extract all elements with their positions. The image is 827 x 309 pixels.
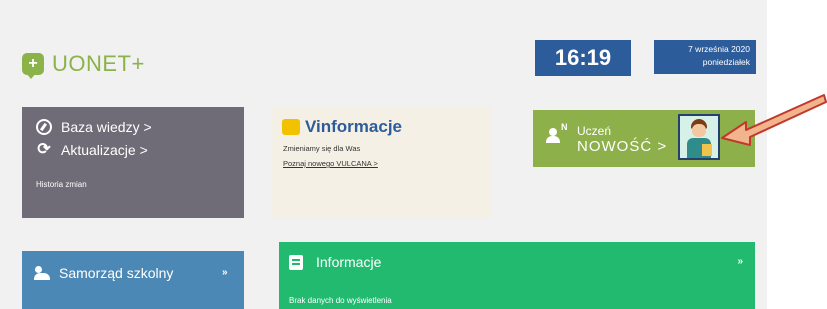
vinformacje-title: Vinformacje <box>305 117 403 136</box>
student-council-tile[interactable]: Samorząd szkolny » <box>22 251 244 309</box>
document-icon <box>289 254 303 270</box>
refresh-icon: ⟳ <box>37 141 51 158</box>
updates-label: Aktualizacje > <box>61 142 148 158</box>
knowledge-base-link[interactable]: Baza wiedzy > <box>36 119 152 135</box>
change-history-link[interactable]: Historia zmian <box>36 180 87 189</box>
date-text: 7 września 2020 <box>688 44 750 54</box>
app-logo[interactable]: + UONET+ <box>22 51 145 79</box>
app-title: UONET+ <box>52 51 145 76</box>
pointer-arrow-icon <box>721 94 827 146</box>
student-label: Uczeń <box>577 124 612 138</box>
date-box: 7 września 2020 poniedziałek <box>654 40 756 74</box>
knowledge-tile: Baza wiedzy > ⟳ Aktualizacje > Historia … <box>22 107 244 218</box>
updates-link[interactable]: ⟳ Aktualizacje > <box>36 141 148 159</box>
new-label: NOWOŚĆ > <box>577 138 668 155</box>
knowledge-base-label: Baza wiedzy > <box>61 119 152 135</box>
expand-chevron-icon[interactable]: » <box>222 267 228 278</box>
information-title: Informacje <box>316 254 382 270</box>
weekday-text: poniedziałek <box>702 57 750 67</box>
new-badge: N <box>561 122 568 132</box>
compass-icon <box>36 119 52 135</box>
information-panel: Informacje » Brak danych do wyświetlenia <box>279 242 755 309</box>
student-council-label: Samorząd szkolny <box>59 265 174 281</box>
collapse-chevron-icon[interactable]: » <box>737 256 743 267</box>
meet-vulcan-link[interactable]: Poznaj nowego VULCANA > <box>283 159 378 168</box>
information-header[interactable]: Informacje <box>289 254 381 270</box>
clock: 16:19 <box>535 40 631 76</box>
no-data-text: Brak danych do wyświetlenia <box>289 296 392 305</box>
vinformacje-subtitle: Zmieniamy się dla Was <box>283 144 361 153</box>
speech-bubble-plus-icon: + <box>22 53 44 79</box>
student-icon <box>545 128 561 144</box>
student-illustration <box>678 114 720 160</box>
speech-bubble-icon <box>282 119 300 135</box>
users-icon <box>34 266 52 280</box>
vinformacje-panel: Vinformacje Zmieniamy się dla Was Poznaj… <box>272 107 492 218</box>
